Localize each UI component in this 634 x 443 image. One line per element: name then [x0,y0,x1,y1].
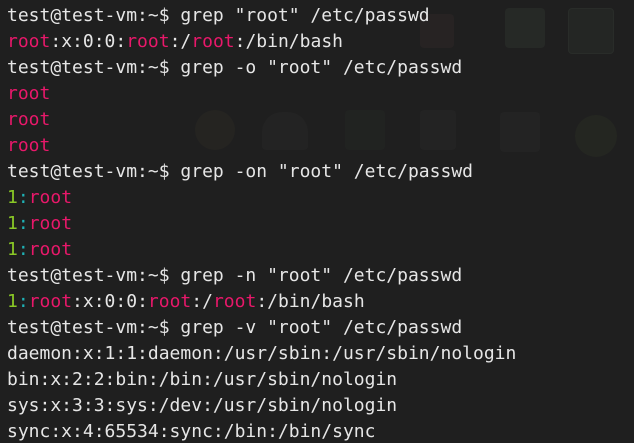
output-line: 1:root [7,211,516,237]
terminal-output[interactable]: test@test-vm:~$ grep "root" /etc/passwd … [7,3,516,443]
terminal-window[interactable]: test@test-vm:~$ grep "root" /etc/passwd … [0,0,634,443]
output-line: sys:x:3:3:sys:/dev:/usr/sbin/nologin [7,393,516,419]
command-text: test@test-vm:~$ grep -v "root" /etc/pass… [7,317,463,338]
command-line: test@test-vm:~$ grep -v "root" /etc/pass… [7,315,516,341]
output-text: sync:x:4:65534:sync:/bin:/bin/sync [7,421,376,442]
command-line: test@test-vm:~$ grep "root" /etc/passwd [7,3,516,29]
output-line: root [7,133,516,159]
command-line: test@test-vm:~$ grep -o "root" /etc/pass… [7,55,516,81]
output-text: bin:x:2:2:bin:/bin:/usr/sbin/nologin [7,369,398,390]
output-text: :/ [169,31,192,52]
separator: : [17,239,29,260]
desktop-icon [575,115,617,157]
output-text: :x:0:0: [50,31,127,52]
match-text: root [7,83,51,104]
match-text: root [28,239,73,260]
desktop-icon [568,8,614,54]
command-line: test@test-vm:~$ grep -on "root" /etc/pas… [7,159,516,185]
match-text: root [28,213,73,234]
output-line: bin:x:2:2:bin:/bin:/usr/sbin/nologin [7,367,516,393]
output-line: 1:root [7,185,516,211]
separator: : [17,291,29,312]
command-text: test@test-vm:~$ grep -on "root" /etc/pas… [7,161,473,182]
output-line: 1:root [7,237,516,263]
output-line: 1:root:x:0:0:root:/root:/bin/bash [7,289,516,315]
line-number: 1 [7,187,18,208]
match-text: root [7,31,51,52]
match-text: root [7,109,51,130]
output-text: :/bin/bash [256,291,365,312]
output-line: daemon:x:1:1:daemon:/usr/sbin:/usr/sbin/… [7,341,516,367]
line-number: 1 [7,213,18,234]
output-line: root:x:0:0:root:/root:/bin/bash [7,29,516,55]
output-text: :x:0:0: [72,291,148,312]
output-text: sys:x:3:3:sys:/dev:/usr/sbin/nologin [7,395,398,416]
command-line: test@test-vm:~$ grep -n "root" /etc/pass… [7,263,516,289]
line-number: 1 [7,239,18,260]
match-text: root [28,291,73,312]
output-text: daemon:x:1:1:daemon:/usr/sbin:/usr/sbin/… [7,343,517,364]
separator: : [17,187,29,208]
output-line: root [7,81,516,107]
separator: : [17,213,29,234]
output-line: root [7,107,516,133]
command-text: test@test-vm:~$ grep -n "root" /etc/pass… [7,265,463,286]
match-text: root [191,31,235,52]
match-text: root [7,135,51,156]
line-number: 1 [7,291,18,312]
output-text: :/bin/bash [234,31,343,52]
match-text: root [28,187,73,208]
command-text: test@test-vm:~$ grep "root" /etc/passwd [7,5,430,26]
match-text: root [147,291,192,312]
command-text: test@test-vm:~$ grep -o "root" /etc/pass… [7,57,463,78]
match-text: root [126,31,170,52]
output-line: sync:x:4:65534:sync:/bin:/bin/sync [7,419,516,443]
output-text: :/ [191,291,213,312]
match-text: root [212,291,257,312]
